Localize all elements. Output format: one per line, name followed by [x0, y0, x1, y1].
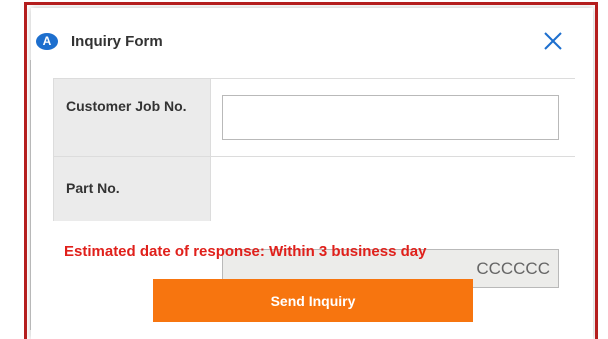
part-no-label-cell: Part No. [54, 157, 211, 221]
form-badge-icon: A [36, 32, 58, 50]
inquiry-form-table: Customer Job No. Part No. [53, 78, 575, 288]
form-row-part-no: Part No. [54, 157, 575, 288]
part-no-label: Part No. [66, 180, 120, 196]
response-time-notice: Estimated date of response: Within 3 bus… [64, 243, 427, 260]
close-icon[interactable] [542, 30, 564, 52]
customer-job-label-cell: Customer Job No. [54, 79, 211, 156]
form-row-customer-job: Customer Job No. [54, 79, 575, 157]
customer-job-label: Customer Job No. [66, 98, 187, 114]
customer-job-no-input[interactable] [222, 95, 559, 140]
dialog-header: A Inquiry Form [36, 30, 163, 52]
send-inquiry-button[interactable]: Send Inquiry [153, 279, 473, 322]
close-icon-glyph [544, 32, 562, 50]
page: A Inquiry Form Customer Job No. Part No.… [0, 0, 608, 339]
dialog-title: Inquiry Form [71, 32, 163, 50]
